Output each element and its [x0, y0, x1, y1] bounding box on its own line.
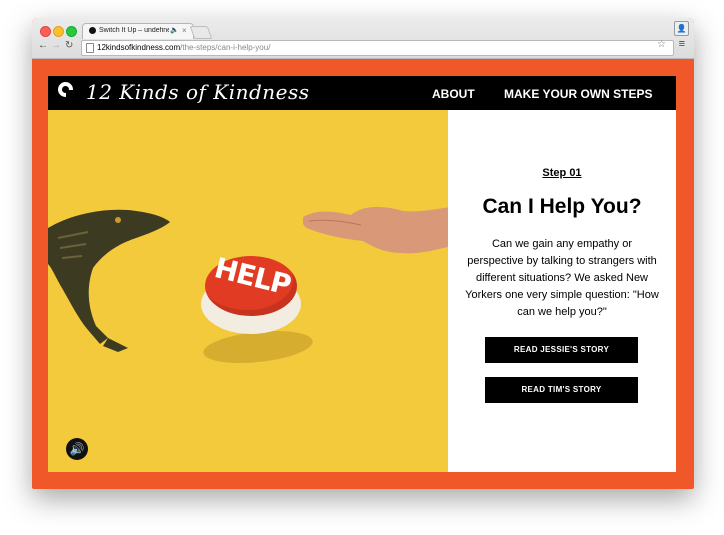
profile-icon[interactable]: 👤: [674, 21, 689, 36]
read-tim-story-button[interactable]: READ TIM'S STORY: [485, 377, 638, 403]
nav-make-your-own-steps-link[interactable]: MAKE YOUR OWN STEPS: [504, 87, 652, 101]
step-label-link[interactable]: Step 01: [448, 167, 676, 179]
browser-window: Switch It Up – undefine 🔈 × 👤 ← → ↻ 12ki…: [32, 18, 694, 489]
window-maximize-button[interactable]: [66, 26, 77, 37]
browser-tab[interactable]: Switch It Up – undefine 🔈 ×: [82, 23, 194, 39]
step-description: Can we gain any empathy or perspective b…: [465, 238, 659, 318]
nav-about-link[interactable]: ABOUT: [432, 87, 475, 101]
page-frame: 12 Kinds of Kindness ABOUT MAKE YOUR OWN…: [48, 76, 676, 472]
favicon-icon: [89, 27, 96, 34]
tab-close-icon[interactable]: ×: [182, 26, 187, 35]
read-jessie-story-button[interactable]: READ JESSIE'S STORY: [485, 337, 638, 363]
sound-toggle-button[interactable]: 🔊: [66, 438, 88, 460]
url-host: 12kindsofkindness.com: [97, 43, 181, 52]
star-icon[interactable]: ☆: [657, 39, 666, 50]
new-tab-button[interactable]: [189, 26, 213, 39]
hamburger-menu-icon[interactable]: ≡: [679, 38, 685, 50]
url-path: /the-steps/can-i-help-you/: [180, 43, 271, 52]
reload-icon[interactable]: ↻: [65, 40, 73, 51]
forward-arrow-icon[interactable]: →: [51, 40, 61, 51]
logo-icon[interactable]: [58, 82, 73, 97]
step-title: Can I Help You?: [482, 195, 642, 218]
hand-image: [303, 206, 448, 254]
tab-title: Switch It Up – undefine: [99, 27, 169, 34]
url-text: 12kindsofkindness.com/the-steps/can-i-he…: [97, 41, 270, 55]
window-minimize-button[interactable]: [53, 26, 64, 37]
site-header: 12 Kinds of Kindness ABOUT MAKE YOUR OWN…: [48, 76, 676, 110]
step-panel: Step 01 Can I Help You? Can we gain any …: [448, 110, 676, 472]
alligator-image: [48, 209, 170, 352]
window-close-button[interactable]: [40, 26, 51, 37]
speaker-icon: 🔈: [170, 27, 179, 34]
site-logo[interactable]: 12 Kinds of Kindness: [86, 80, 310, 104]
page-icon: [86, 43, 94, 53]
browser-toolbar: Switch It Up – undefine 🔈 × 👤 ← → ↻ 12ki…: [32, 18, 694, 59]
back-arrow-icon[interactable]: ←: [38, 40, 48, 51]
hero-video[interactable]: HELP 🔊: [48, 110, 448, 472]
address-bar[interactable]: 12kindsofkindness.com/the-steps/can-i-he…: [81, 40, 674, 56]
